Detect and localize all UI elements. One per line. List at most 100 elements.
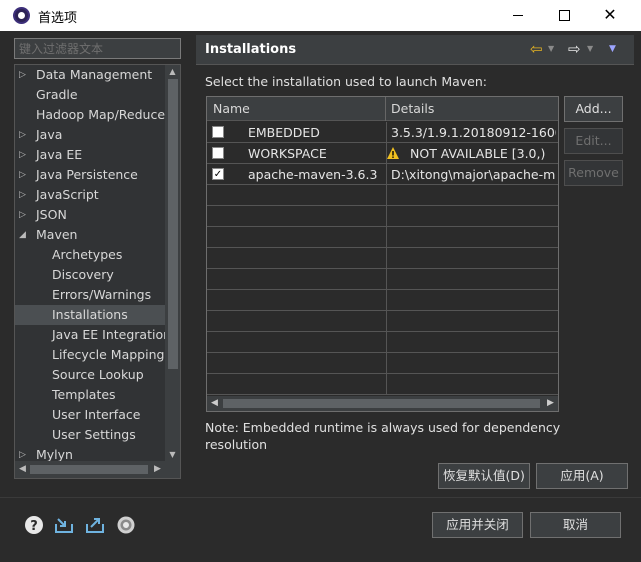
installation-checkbox[interactable] (212, 147, 224, 159)
scroll-up-icon[interactable]: ▲ (165, 65, 180, 78)
tree-list: ▷ Data Management Gradle Hadoop Map/Reduce ▷… (15, 65, 165, 461)
scroll-down-icon[interactable]: ▼ (165, 448, 180, 461)
tree-item[interactable]: ▷ Mylyn (15, 445, 165, 461)
tree-vertical-scrollbar[interactable]: ▲ ▼ (165, 65, 180, 461)
column-divider (386, 227, 387, 248)
scroll-left-icon[interactable]: ◀ (15, 461, 30, 478)
back-arrow-icon[interactable]: ⇦ (530, 40, 543, 58)
tree-item[interactable]: Archetypes (15, 245, 165, 265)
collapsed-arrow-icon[interactable]: ▷ (19, 185, 29, 205)
eclipse-app-icon (13, 7, 30, 24)
tree-item[interactable]: Templates (15, 385, 165, 405)
column-header-details[interactable]: Details (386, 97, 558, 121)
filter-input[interactable] (15, 39, 180, 58)
maximize-icon[interactable] (541, 0, 587, 31)
tree-item[interactable]: User Interface (15, 405, 165, 425)
view-menu-icon[interactable]: ▼ (609, 44, 616, 54)
collapsed-arrow-icon[interactable]: ▷ (19, 145, 29, 165)
add-button[interactable]: Add... (564, 96, 623, 122)
installation-name: WORKSPACE (248, 146, 327, 161)
table-row[interactable] (207, 185, 558, 206)
tree-item-label: Source Lookup (52, 367, 144, 382)
column-divider (386, 374, 387, 395)
column-divider (386, 290, 387, 311)
collapsed-arrow-icon[interactable]: ▷ (19, 445, 29, 461)
help-icon[interactable]: ? (24, 515, 44, 535)
tree-item-label: JavaScript (36, 187, 99, 202)
tree-item[interactable]: ▷ JavaScript (15, 185, 165, 205)
tree-horizontal-scrollbar[interactable]: ◀ ▶ (15, 461, 180, 478)
collapsed-arrow-icon[interactable]: ▷ (19, 125, 29, 145)
tree-item[interactable]: ◢ Maven (15, 225, 165, 245)
tree-item[interactable]: Lifecycle Mappings (15, 345, 165, 365)
collapsed-arrow-icon[interactable]: ▷ (19, 165, 29, 185)
column-divider (386, 164, 387, 185)
tree-item[interactable]: Source Lookup (15, 365, 165, 385)
table-row[interactable] (207, 374, 558, 395)
column-header-name[interactable]: Name (207, 97, 386, 121)
tree-item-label: Maven (36, 227, 78, 242)
scroll-left-icon[interactable]: ◀ (207, 396, 222, 411)
tree-item[interactable]: Errors/Warnings (15, 285, 165, 305)
tree-item-label: User Settings (52, 427, 136, 442)
installation-name: EMBEDDED (248, 125, 320, 140)
forward-arrow-icon[interactable]: ⇨ (568, 40, 581, 58)
tree-item[interactable]: ▷ Java Persistence (15, 165, 165, 185)
select-installation-label: Select the installation used to launch M… (205, 74, 487, 89)
restore-defaults-button[interactable]: 恢复默认值(D) (438, 463, 530, 489)
table-row[interactable] (207, 227, 558, 248)
tree-item-label: Java Persistence (36, 167, 138, 182)
installation-details: 3.5.3/1.9.1.20180912-1600 (391, 125, 556, 140)
table-row[interactable]: ✓ apache-maven-3.6.3 D:\xitong\major\apach… (207, 164, 558, 185)
tree-item-label: Java EE (36, 147, 83, 162)
collapsed-arrow-icon[interactable]: ▷ (19, 205, 29, 225)
oomph-sync-icon[interactable] (116, 515, 136, 535)
tree-item[interactable]: User Settings (15, 425, 165, 445)
tree-item[interactable]: ▷ JSON (15, 205, 165, 225)
tree-scroll-thumb[interactable] (168, 79, 178, 369)
table-row[interactable] (207, 332, 558, 353)
back-history-dropdown-icon[interactable]: ▼ (548, 44, 554, 53)
table-row[interactable] (207, 311, 558, 332)
installation-checkbox[interactable]: ✓ (212, 168, 224, 180)
table-horizontal-scrollbar[interactable]: ◀ ▶ (207, 396, 558, 411)
tree-item[interactable]: Java EE Integration (15, 325, 165, 345)
tree-item[interactable]: ▷ Java (15, 125, 165, 145)
apply-button[interactable]: 应用(A) (536, 463, 628, 489)
tree-item[interactable]: Discovery (15, 265, 165, 285)
column-divider (386, 248, 387, 269)
edit-button[interactable]: Edit... (564, 128, 623, 154)
table-row[interactable]: EMBEDDED 3.5.3/1.9.1.20180912-1600 (207, 122, 558, 143)
table-row[interactable] (207, 353, 558, 374)
close-icon[interactable]: ✕ (587, 0, 633, 31)
column-divider (386, 122, 387, 143)
table-row[interactable]: WORKSPACE NOT AVAILABLE [3.0,) (207, 143, 558, 164)
installation-checkbox[interactable] (212, 126, 224, 138)
tree-item[interactable]: Gradle (15, 85, 165, 105)
export-icon[interactable] (85, 515, 105, 535)
title-bar: 首选项 ✕ (0, 0, 641, 31)
table-row[interactable] (207, 290, 558, 311)
remove-button[interactable]: Remove (564, 160, 623, 186)
expanded-arrow-icon[interactable]: ◢ (19, 225, 29, 245)
apply-and-close-button[interactable]: 应用并关闭 (432, 512, 523, 538)
tree-item[interactable]: ▷ Java EE (15, 145, 165, 165)
table-row[interactable] (207, 206, 558, 227)
minimize-icon[interactable] (495, 0, 541, 31)
table-row[interactable] (207, 248, 558, 269)
collapsed-arrow-icon[interactable]: ▷ (19, 65, 29, 85)
tree-item[interactable]: Hadoop Map/Reduce (15, 105, 165, 125)
tree-hscroll-thumb[interactable] (30, 465, 148, 474)
scroll-right-icon[interactable]: ▶ (150, 461, 165, 478)
scroll-right-icon[interactable]: ▶ (543, 396, 558, 411)
table-row[interactable] (207, 269, 558, 290)
tree-item-label: Archetypes (52, 247, 123, 262)
tree-item[interactable]: ▷ Data Management (15, 65, 165, 85)
warning-icon (387, 147, 399, 159)
window-title: 首选项 (38, 11, 78, 26)
forward-history-dropdown-icon[interactable]: ▼ (587, 44, 593, 53)
table-hscroll-thumb[interactable] (223, 399, 540, 408)
tree-item[interactable]: Installations (15, 305, 165, 325)
cancel-button[interactable]: 取消 (530, 512, 621, 538)
import-icon[interactable] (54, 515, 74, 535)
